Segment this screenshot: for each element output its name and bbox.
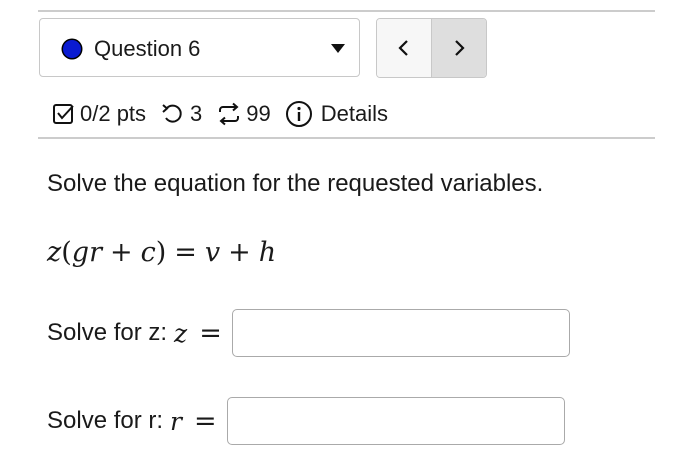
question-select[interactable]: Question 6	[39, 18, 360, 77]
eq-inner-1: gr	[71, 237, 102, 268]
solve-for-z-row: Solve for z: z =	[47, 309, 570, 357]
attempts-count: 3	[190, 101, 203, 126]
eq-rhs-plus: +	[228, 237, 251, 268]
solve-for-r-row: Solve for r: r =	[47, 397, 565, 445]
points-text: 0/2 pts	[80, 101, 147, 126]
meta-divider	[38, 137, 655, 139]
answer-input-z[interactable]	[231, 309, 570, 357]
info-icon	[285, 100, 313, 128]
solve-for-r-label: Solve for r:	[47, 407, 164, 434]
chevron-right-icon	[452, 39, 466, 57]
solve-for-r-equals: =	[194, 405, 217, 437]
eq-inner-2: c	[140, 237, 156, 268]
chevron-left-icon	[397, 39, 411, 57]
checkbox-icon	[52, 102, 76, 126]
solve-for-z-var: z	[174, 318, 188, 348]
caret-down-icon	[331, 44, 345, 53]
eq-equals: =	[174, 237, 197, 268]
question-select-label: Question 6	[94, 36, 201, 61]
eq-lhs-var: z	[47, 237, 62, 268]
equation: z(gr + c) = v + h	[47, 237, 277, 268]
solve-for-r-var: r	[170, 406, 182, 436]
repeat-icon	[216, 102, 242, 126]
next-question-button[interactable]	[431, 19, 486, 77]
details-link[interactable]: Details	[285, 100, 388, 128]
answer-input-r[interactable]	[226, 397, 565, 445]
eq-rhs-1: v	[204, 237, 221, 268]
top-divider	[38, 10, 655, 12]
submissions-count: 99	[246, 101, 271, 126]
question-nav	[376, 18, 487, 78]
eq-plus: +	[109, 237, 133, 268]
previous-question-button[interactable]	[377, 19, 431, 77]
solve-for-z-equals: =	[199, 317, 222, 349]
retry-icon	[160, 102, 186, 126]
eq-rhs-2: h	[258, 237, 277, 268]
details-label: Details	[320, 101, 389, 126]
solve-for-z-label: Solve for z:	[47, 319, 168, 346]
question-meta: 0/2 pts 3 99 Details	[52, 96, 388, 132]
question-prompt: Solve the equation for the requested var…	[47, 170, 544, 197]
question-status-dot	[63, 40, 81, 58]
